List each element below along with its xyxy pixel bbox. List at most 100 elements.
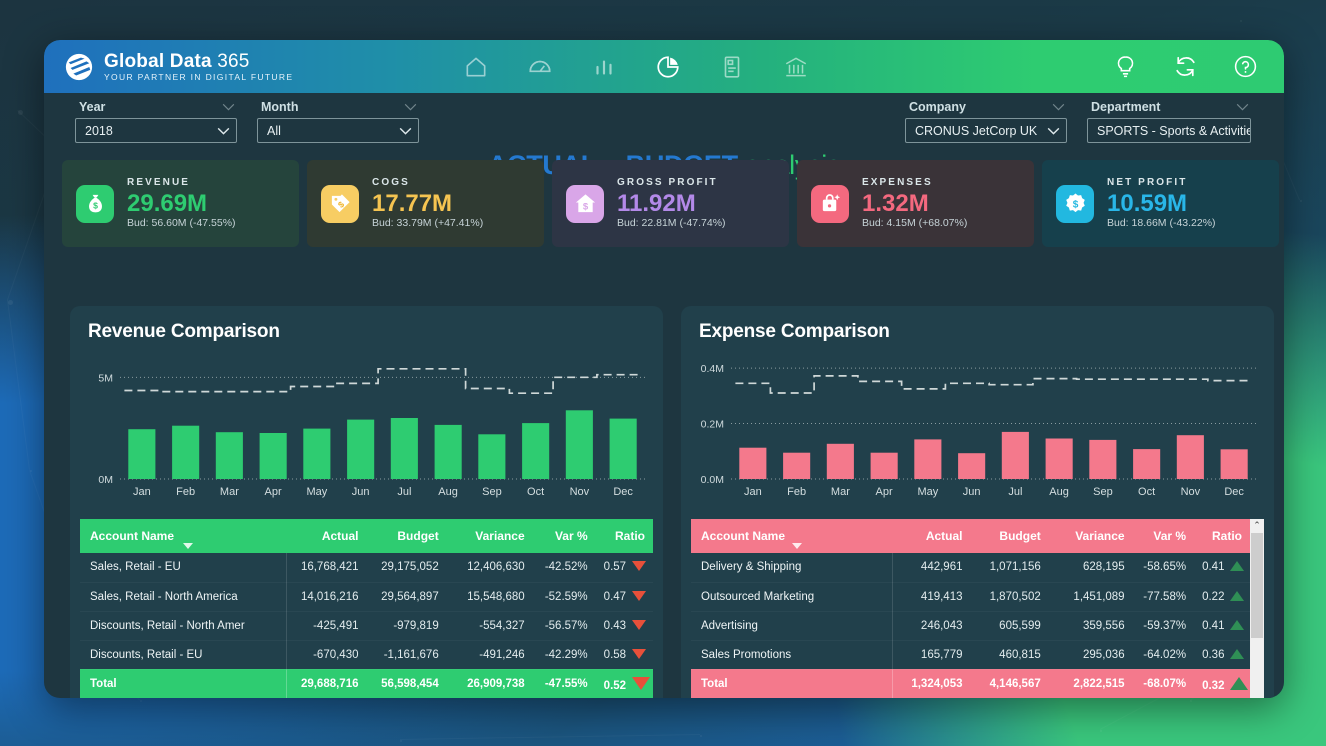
cell-variance: 628,195 — [1048, 553, 1133, 583]
cell-actual: 14,016,216 — [286, 582, 367, 612]
kpi-card-revenue[interactable]: $ REVENUE 29.69M Bud: 56.60M (-47.55%) — [62, 160, 299, 247]
filter-year-select[interactable]: 2018 — [75, 118, 237, 143]
table-header-budget[interactable]: Budget — [970, 519, 1049, 553]
table-header-var[interactable]: Var % — [1132, 519, 1195, 553]
filter-company-label: Company — [909, 100, 966, 114]
chevron-down-icon[interactable] — [1052, 100, 1065, 114]
cell-var-pct: -58.65% — [1132, 553, 1195, 583]
refresh-icon[interactable] — [1173, 54, 1198, 79]
chevron-down-icon[interactable] — [404, 100, 417, 114]
brand-logo-area: Global Data 365 YOUR PARTNER IN DIGITAL … — [44, 52, 293, 82]
svg-text:Sep: Sep — [482, 486, 502, 498]
chevron-down-icon[interactable] — [1236, 100, 1249, 114]
cell-total-variance: 2,822,515 — [1048, 669, 1133, 698]
revenue-table[interactable]: Account Name Actual Budget Variance Var % Rat… — [80, 519, 653, 698]
table-row[interactable]: Outsourced Marketing 419,413 1,870,502 1,45… — [691, 582, 1250, 612]
trend-down-icon — [632, 619, 647, 630]
gauge-icon[interactable] — [527, 54, 553, 80]
cell-var-pct: -64.02% — [1132, 640, 1195, 670]
cell-total-var-pct: -47.55% — [532, 669, 596, 698]
svg-text:Feb: Feb — [176, 486, 195, 498]
svg-text:May: May — [307, 486, 328, 498]
table-header-budget[interactable]: Budget — [366, 519, 447, 553]
table-row[interactable]: Sales, Retail - North America 14,016,216 2… — [80, 582, 653, 612]
table-row[interactable]: Advertising 246,043 605,599 359,556 -59.37% 0… — [691, 611, 1250, 641]
cell-variance: 12,406,630 — [446, 553, 533, 583]
cell-account-name: Sales, Retail - North America — [80, 582, 287, 612]
cell-actual: 165,779 — [892, 640, 971, 670]
table-header-account-name[interactable]: Account Name — [691, 519, 893, 553]
cell-ratio: 0.36 — [1194, 640, 1250, 670]
svg-text:Jan: Jan — [133, 486, 151, 498]
kpi-card-net-profit[interactable]: $ NET PROFIT 10.59M Bud: 18.66M (-43.22%) — [1042, 160, 1279, 247]
cell-variance: 359,556 — [1048, 611, 1133, 641]
cell-actual: -425,491 — [286, 611, 367, 641]
cell-account-name: Discounts, Retail - EU — [80, 640, 287, 670]
cell-budget: 1,870,502 — [970, 582, 1049, 612]
svg-text:Dec: Dec — [613, 486, 633, 498]
svg-text:Dec: Dec — [1224, 486, 1244, 498]
filter-month[interactable]: Month All — [257, 100, 419, 143]
filter-company-select[interactable]: CRONUS JetCorp UK — [905, 118, 1067, 143]
cell-total-label: Total — [80, 669, 287, 698]
sort-caret-icon[interactable] — [183, 543, 194, 549]
cell-budget: 605,599 — [970, 611, 1049, 641]
bank-icon[interactable] — [783, 54, 809, 80]
chevron-down-icon[interactable] — [1047, 127, 1060, 135]
lightbulb-icon[interactable] — [1113, 54, 1138, 79]
cell-actual: 246,043 — [892, 611, 971, 641]
table-total-row: Total 29,688,716 56,598,454 26,909,738 -47.5… — [80, 669, 653, 698]
table-row[interactable]: Discounts, Retail - North Amer -425,491 -9… — [80, 611, 653, 641]
table-row[interactable]: Sales, Retail - EU 16,768,421 29,175,052 12… — [80, 553, 653, 583]
filter-department-select[interactable]: SPORTS - Sports & Activities — [1087, 118, 1251, 143]
scroll-down-icon[interactable]: ⌄ — [1253, 693, 1261, 699]
expense-chart[interactable]: 0.0M 0.2M 0.4M Jan Feb Mar Apr May Jun Jul Aug Sep O… — [691, 351, 1264, 501]
table-row[interactable]: Sales Promotions 165,779 460,815 295,036 -64… — [691, 640, 1250, 670]
chevron-down-icon[interactable] — [399, 127, 412, 135]
pie-chart-icon[interactable] — [655, 54, 681, 80]
utility-icon-group — [1113, 54, 1284, 79]
bar-chart-icon[interactable] — [591, 54, 617, 80]
filter-month-value: All — [267, 123, 281, 138]
filter-year-value: 2018 — [85, 123, 113, 138]
filter-company[interactable]: Company CRONUS JetCorp UK — [905, 100, 1067, 143]
table-header-account-name[interactable]: Account Name — [80, 519, 287, 553]
table-row[interactable]: Delivery & Shipping 442,961 1,071,156 628,1… — [691, 553, 1250, 583]
trend-up-icon — [1230, 590, 1245, 601]
filter-month-select[interactable]: All — [257, 118, 419, 143]
sort-caret-icon[interactable] — [791, 543, 802, 549]
svg-text:Feb: Feb — [787, 486, 806, 498]
filter-year[interactable]: Year 2018 — [75, 100, 237, 143]
cell-total-budget: 56,598,454 — [366, 669, 447, 698]
expense-table[interactable]: Account Name Actual Budget Variance Var % Rat… — [691, 519, 1250, 698]
expense-table-scrollbar[interactable]: ⌃ ⌄ — [1250, 519, 1264, 698]
scroll-up-icon[interactable]: ⌃ — [1253, 519, 1261, 532]
table-header-variance[interactable]: Variance — [1048, 519, 1133, 553]
cell-var-pct: -52.59% — [532, 582, 596, 612]
cell-total-ratio: 0.32 — [1194, 669, 1250, 698]
trend-up-icon — [1230, 561, 1245, 572]
chevron-down-icon[interactable] — [222, 100, 235, 114]
table-header-variance[interactable]: Variance — [446, 519, 533, 553]
kpi-card-expenses[interactable]: EXPENSES 1.32M Bud: 4.15M (+68.07%) — [797, 160, 1034, 247]
table-header-actual[interactable]: Actual — [892, 519, 971, 553]
cell-actual: 442,961 — [892, 553, 971, 583]
chevron-down-icon[interactable] — [217, 127, 230, 135]
cell-variance: -491,246 — [446, 640, 533, 670]
svg-text:Mar: Mar — [831, 486, 850, 498]
table-header-actual[interactable]: Actual — [286, 519, 367, 553]
kpi-card-gross-profit[interactable]: $ GROSS PROFIT 11.92M Bud: 22.81M (-47.74%) — [552, 160, 789, 247]
revenue-chart[interactable]: 0M 5M Jan Feb Mar Apr May Jun Jul Aug Sep Oct Nov Dec — [80, 351, 653, 501]
filter-year-label: Year — [79, 100, 106, 114]
document-icon[interactable] — [719, 54, 745, 80]
table-header-ratio[interactable]: Ratio — [1194, 519, 1250, 553]
table-header-ratio[interactable]: Ratio — [595, 519, 653, 553]
help-icon[interactable] — [1233, 54, 1258, 79]
scrollbar-thumb[interactable] — [1251, 533, 1263, 638]
home-icon[interactable] — [463, 54, 489, 80]
table-header-var[interactable]: Var % — [532, 519, 596, 553]
filter-department[interactable]: Department SPORTS - Sports & Activities — [1087, 100, 1251, 143]
table-row[interactable]: Discounts, Retail - EU -670,430 -1,161,676… — [80, 640, 653, 670]
cell-total-variance: 26,909,738 — [446, 669, 533, 698]
kpi-card-cogs[interactable]: $ COGS 17.77M Bud: 33.79M (+47.41%) — [307, 160, 544, 247]
